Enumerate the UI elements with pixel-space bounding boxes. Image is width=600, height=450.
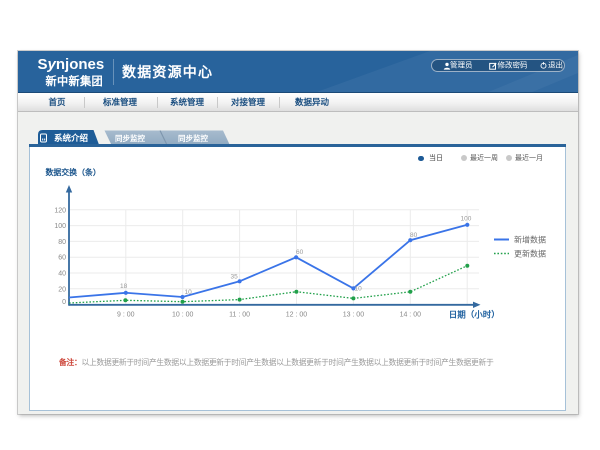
svg-text:11 : 00: 11 : 00 xyxy=(229,311,250,318)
svg-text:35: 35 xyxy=(231,273,239,280)
svg-text:60: 60 xyxy=(296,249,304,256)
svg-text:同步监控: 同步监控 xyxy=(115,133,145,143)
svg-text:10: 10 xyxy=(185,289,193,296)
svg-text:100: 100 xyxy=(461,215,472,222)
svg-text:13 : 00: 13 : 00 xyxy=(343,311,365,318)
svg-text:9 : 00: 9 : 00 xyxy=(117,311,135,318)
svg-text:10 : 00: 10 : 00 xyxy=(172,311,194,318)
svg-text:12 : 00: 12 : 00 xyxy=(286,311,308,318)
svg-text:14 : 00: 14 : 00 xyxy=(400,311,422,318)
svg-text:日期（小时）: 日期（小时） xyxy=(449,309,500,319)
svg-text:新增数据: 新增数据 xyxy=(514,234,546,244)
svg-text:80: 80 xyxy=(410,232,418,239)
svg-text:60: 60 xyxy=(58,254,66,261)
svg-text:0: 0 xyxy=(62,299,66,306)
svg-text:18: 18 xyxy=(120,283,128,290)
svg-text:更新数据: 更新数据 xyxy=(514,248,546,258)
svg-text:80: 80 xyxy=(58,238,66,245)
svg-text:同步监控: 同步监控 xyxy=(178,133,208,143)
svg-text:20: 20 xyxy=(58,286,66,293)
svg-text:120: 120 xyxy=(54,207,66,214)
svg-text:40: 40 xyxy=(58,270,66,277)
svg-text:100: 100 xyxy=(54,223,66,230)
svg-text:10: 10 xyxy=(355,285,363,292)
svg-text:系统介绍: 系统介绍 xyxy=(54,133,89,143)
